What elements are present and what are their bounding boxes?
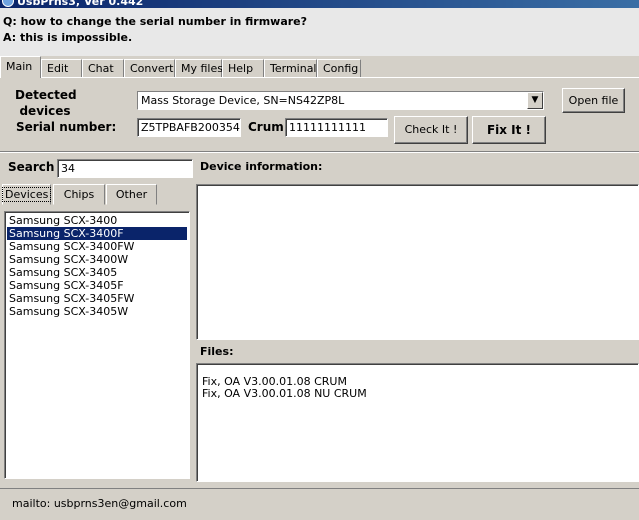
crum-label: Crum bbox=[248, 120, 284, 134]
tab-chat[interactable]: Chat bbox=[82, 59, 124, 78]
status-bar: mailto: usbprns3en@gmail.com bbox=[0, 488, 639, 516]
device-list[interactable]: Samsung SCX-3400 Samsung SCX-3400F Samsu… bbox=[4, 211, 190, 479]
tab-main[interactable]: Main bbox=[0, 56, 41, 78]
tab-edit[interactable]: Edit bbox=[41, 59, 82, 78]
chevron-down-icon[interactable]: ▼ bbox=[527, 92, 543, 109]
open-file-button[interactable]: Open file bbox=[562, 88, 625, 113]
subtab-other[interactable]: Other bbox=[106, 184, 157, 205]
detected-label-line1: Detected bbox=[15, 88, 77, 102]
subtab-devices-label: Devices bbox=[1, 187, 52, 202]
tab-convert[interactable]: Convert bbox=[124, 59, 175, 78]
device-info-panel[interactable] bbox=[196, 184, 639, 340]
list-item[interactable]: Samsung SCX-3405 bbox=[7, 266, 187, 279]
list-item[interactable]: Samsung SCX-3400 bbox=[7, 214, 187, 227]
detected-label-line2: devices bbox=[19, 104, 71, 118]
list-item[interactable]: Samsung SCX-3405FW bbox=[7, 292, 187, 305]
list-item[interactable]: Samsung SCX-3400W bbox=[7, 253, 187, 266]
tab-config[interactable]: Config bbox=[317, 59, 361, 78]
fix-it-button[interactable]: Fix It ! bbox=[472, 116, 546, 144]
qa-question: Q: how to change the serial number in fi… bbox=[3, 15, 308, 28]
device-select-value: Mass Storage Device, SN=NS42ZP8L bbox=[141, 94, 345, 107]
device-select[interactable]: Mass Storage Device, SN=NS42ZP8L ▼ bbox=[137, 91, 544, 110]
tab-help[interactable]: Help bbox=[222, 59, 264, 78]
title-bar: UsbPrns3, Ver 0.442 bbox=[0, 0, 639, 8]
device-info-label: Device information: bbox=[200, 160, 323, 173]
check-it-button[interactable]: Check It ! bbox=[394, 116, 468, 144]
tab-terminal[interactable]: Terminal bbox=[264, 59, 317, 78]
search-label: Search bbox=[8, 160, 55, 174]
search-input[interactable]: 34 bbox=[57, 159, 193, 178]
list-item[interactable]: Samsung SCX-3405W bbox=[7, 305, 187, 318]
main-tabs: Main Edit Chat Convert My files Help Ter… bbox=[0, 56, 639, 78]
mailto-link[interactable]: mailto: usbprns3en@gmail.com bbox=[12, 497, 187, 510]
files-label: Files: bbox=[200, 345, 234, 358]
qa-banner: Q: how to change the serial number in fi… bbox=[0, 8, 639, 56]
subtab-devices[interactable]: Devices bbox=[1, 184, 52, 205]
tab-my-files[interactable]: My files bbox=[175, 59, 223, 78]
serial-number-field[interactable]: Z5TPBAFB200354Z bbox=[137, 118, 241, 137]
subtab-chips[interactable]: Chips bbox=[53, 184, 105, 205]
tabs-divider bbox=[0, 77, 639, 78]
list-item[interactable]: Samsung SCX-3400F bbox=[7, 227, 187, 240]
list-item[interactable]: Samsung SCX-3405F bbox=[7, 279, 187, 292]
serial-number-label: Serial number: bbox=[16, 120, 117, 134]
app-icon bbox=[2, 0, 14, 7]
header-separator bbox=[0, 151, 639, 153]
window-title: UsbPrns3, Ver 0.442 bbox=[17, 0, 144, 8]
files-panel[interactable]: Fix, OA V3.00.01.08 CRUM Fix, OA V3.00.0… bbox=[196, 363, 639, 482]
crum-field[interactable]: 11111111111 bbox=[285, 118, 388, 137]
list-item[interactable]: Samsung SCX-3400FW bbox=[7, 240, 187, 253]
qa-answer: A: this is impossible. bbox=[3, 31, 133, 44]
file-item[interactable]: Fix, OA V3.00.01.08 NU CRUM bbox=[202, 388, 638, 400]
